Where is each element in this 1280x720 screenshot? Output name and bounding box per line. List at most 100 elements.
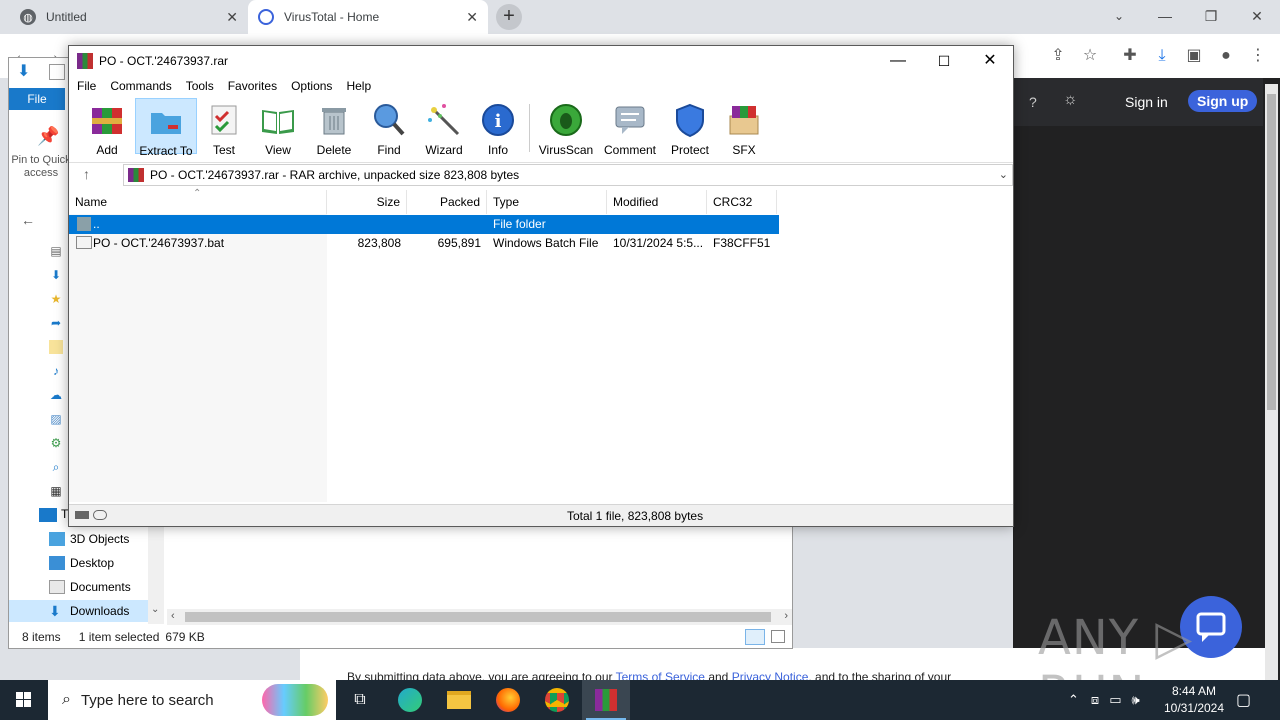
task-view-button[interactable]: ⧉ — [336, 680, 384, 720]
test-button[interactable]: Test — [193, 98, 255, 157]
volume-icon[interactable]: 🕪 — [1131, 692, 1139, 708]
properties-icon[interactable] — [49, 64, 65, 80]
file-list-header: Name ⌃ Size Packed Type Modified CRC32 — [69, 188, 779, 214]
extensions-icon[interactable]: ✚ — [1118, 44, 1142, 68]
help-icon[interactable]: ? — [1029, 94, 1037, 110]
menu-commands[interactable]: Commands — [110, 79, 171, 93]
close-tab-icon[interactable]: ✕ — [226, 9, 238, 26]
tab-search-icon[interactable]: ⌄ — [1096, 2, 1142, 30]
this-pc-icon — [39, 508, 57, 522]
menu-icon[interactable]: ⋮ — [1246, 44, 1270, 68]
winrar-title-bar[interactable]: PO - OCT.'24673937.rar — ☐ ✕ — [69, 46, 1013, 76]
sign-up-button[interactable]: Sign up — [1188, 90, 1258, 112]
column-name[interactable]: Name ⌃ — [69, 188, 327, 214]
bookmark-star-icon[interactable]: ☆ — [1078, 44, 1102, 68]
status-total: Total 1 file, 823,808 bytes — [567, 509, 704, 523]
tree-item-documents[interactable]: Documents — [49, 576, 131, 598]
menu-tools[interactable]: Tools — [186, 79, 214, 93]
tab-virustotal[interactable]: VirusTotal - Home ✕ — [248, 0, 488, 34]
sfx-button[interactable]: SFX — [713, 98, 775, 157]
menu-favorites[interactable]: Favorites — [228, 79, 277, 93]
tree-item-downloads[interactable]: ⬇ Downloads — [9, 600, 149, 622]
scroll-left-icon[interactable]: ‹ — [171, 610, 175, 622]
table-row[interactable]: PO - OCT.'24673937.bat 823,808 695,891 W… — [69, 234, 779, 253]
table-row[interactable]: .. File folder — [69, 215, 779, 234]
menu-help[interactable]: Help — [346, 79, 371, 93]
status-size: 679 KB — [165, 630, 205, 644]
close-button[interactable]: ✕ — [1234, 2, 1280, 30]
maximize-button[interactable]: ☐ — [921, 46, 967, 76]
winrar-menubar: File Commands Tools Favorites Options He… — [69, 76, 1013, 96]
new-tab-button[interactable]: + — [496, 4, 522, 30]
menu-options[interactable]: Options — [291, 79, 332, 93]
scroll-right-icon[interactable]: › — [784, 610, 788, 622]
download-icon[interactable]: ⤓ — [1150, 44, 1174, 68]
tree-scrollbar[interactable]: ⌄ — [148, 520, 164, 624]
scrollbar-thumb[interactable] — [1267, 94, 1276, 410]
delete-button[interactable]: Delete — [303, 98, 365, 157]
winrar-app[interactable] — [582, 680, 630, 720]
firefox-app[interactable] — [484, 680, 532, 720]
edge-app[interactable] — [386, 680, 434, 720]
scroll-down-icon[interactable]: ⌄ — [151, 604, 159, 615]
tree-item-desktop[interactable]: Desktop — [49, 552, 114, 574]
clock[interactable]: 8:44 AM 10/31/2024 — [1160, 683, 1228, 717]
sign-in-link[interactable]: Sign in — [1125, 94, 1168, 110]
horizontal-scrollbar[interactable]: ‹ › — [167, 609, 792, 625]
wizard-button[interactable]: Wizard — [413, 98, 475, 157]
view-button[interactable]: View — [247, 98, 309, 157]
chrome-app[interactable] — [533, 680, 581, 720]
tree-item-3d-objects[interactable]: 3D Objects — [49, 528, 129, 550]
close-button[interactable]: ✕ — [967, 46, 1013, 76]
close-tab-icon[interactable]: ✕ — [466, 9, 478, 26]
tab-untitled[interactable]: ◍ Untitled ✕ — [0, 0, 246, 34]
profile-icon[interactable]: ● — [1214, 44, 1238, 68]
minimize-button[interactable]: — — [1142, 2, 1188, 30]
up-folder-icon[interactable]: ↑ — [83, 166, 90, 182]
tool-label: Protect — [670, 143, 709, 157]
theme-icon[interactable]: ☼ — [1063, 91, 1078, 109]
start-button[interactable] — [0, 680, 48, 720]
virusscan-button[interactable]: VirusScan — [535, 98, 597, 157]
tool-label: SFX — [732, 143, 756, 157]
file-ribbon-tab[interactable]: File — [9, 88, 65, 110]
drive-icon[interactable] — [75, 511, 89, 519]
name-column-shade — [69, 214, 327, 502]
find-button[interactable]: Find — [358, 98, 420, 157]
taskbar-search[interactable]: ⌕ Type here to search — [48, 680, 336, 720]
menu-file[interactable]: File — [77, 79, 96, 93]
key-icon[interactable] — [93, 510, 107, 520]
share-icon[interactable]: ⇪ — [1046, 44, 1070, 68]
archive-path-field[interactable]: PO - OCT.'24673937.rar - RAR archive, un… — [123, 164, 1013, 186]
pin-icon[interactable]: 📌 — [37, 126, 59, 147]
chevron-down-icon[interactable]: ⌄ — [999, 168, 1008, 181]
network-icon[interactable]: ⧈ — [1091, 692, 1099, 708]
restore-button[interactable]: ❐ — [1188, 2, 1234, 30]
info-button[interactable]: i Info — [467, 98, 529, 157]
side-panel-icon[interactable]: ▣ — [1182, 44, 1206, 68]
archive-file-list: Name ⌃ Size Packed Type Modified CRC32 ..… — [69, 188, 1013, 502]
chevron-up-icon[interactable]: ⌃ — [1068, 692, 1079, 708]
column-modified[interactable]: Modified — [607, 190, 707, 214]
file-explorer-app[interactable] — [435, 680, 483, 720]
extract-to-button[interactable]: Extract To — [135, 98, 197, 158]
notification-icon[interactable]: ▢ — [1236, 690, 1251, 710]
comment-button[interactable]: Comment — [599, 98, 661, 157]
add-button[interactable]: Add — [76, 98, 138, 157]
trash-icon — [322, 108, 346, 135]
ethernet-icon[interactable]: ▭ — [1109, 692, 1121, 708]
tool-label: Info — [487, 143, 508, 157]
details-view-icon[interactable] — [745, 629, 765, 645]
page-scrollbar[interactable] — [1265, 84, 1278, 680]
column-type[interactable]: Type — [487, 190, 607, 214]
protect-button[interactable]: Protect — [659, 98, 721, 157]
large-icons-view-icon[interactable] — [771, 630, 785, 643]
column-crc32[interactable]: CRC32 — [707, 190, 777, 214]
column-size[interactable]: Size — [327, 190, 407, 214]
scrollbar-thumb[interactable] — [185, 612, 771, 622]
minimize-button[interactable]: — — [875, 46, 921, 76]
pin-to-quick-access[interactable]: Pin to Quick access — [11, 154, 71, 180]
status-item-count: 8 items — [22, 630, 61, 644]
back-icon[interactable]: ← — [21, 212, 35, 228]
column-packed[interactable]: Packed — [407, 190, 487, 214]
